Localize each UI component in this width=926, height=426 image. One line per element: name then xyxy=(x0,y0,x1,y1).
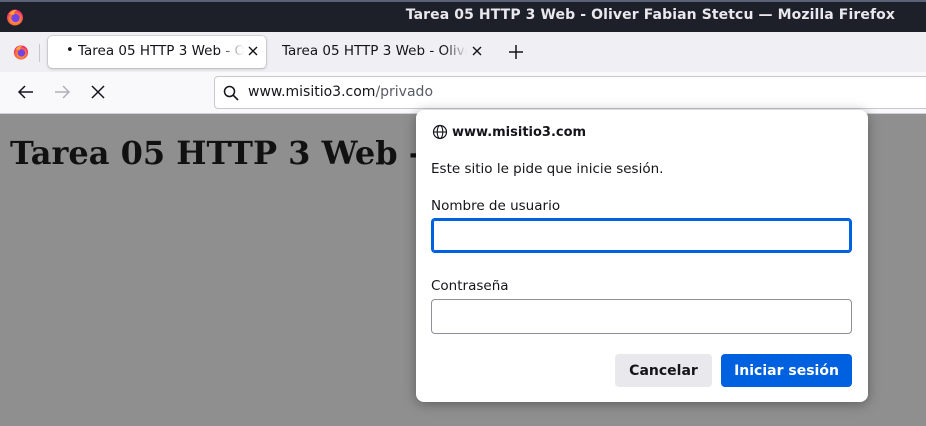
stop-loading-icon[interactable] xyxy=(88,82,108,102)
tab-strip: • Tarea 05 HTTP 3 Web - Oliver Fabian St… xyxy=(0,32,926,72)
close-tab-icon[interactable] xyxy=(246,44,260,58)
tab-active[interactable]: • Tarea 05 HTTP 3 Web - Oliver Fabian St… xyxy=(48,36,266,68)
globe-icon xyxy=(432,124,448,140)
new-tab-icon[interactable] xyxy=(506,42,526,62)
sign-in-button[interactable]: Iniciar sesión xyxy=(721,354,852,387)
dialog-origin-host: www.misitio3.com xyxy=(452,124,587,140)
tab-inactive[interactable]: Tarea 05 HTTP 3 Web - Oliver Fabian Stet… xyxy=(274,36,490,68)
firefox-view-icon xyxy=(13,45,29,60)
username-label: Nombre de usuario xyxy=(431,198,561,214)
tab-label: Tarea 05 HTTP 3 Web - Oliver Fabian Stet… xyxy=(78,43,244,59)
tab-loading-indicator: • xyxy=(66,43,74,58)
url-path: /privado xyxy=(375,84,434,100)
window-title: Tarea 05 HTTP 3 Web - Oliver Fabian Stet… xyxy=(405,7,895,23)
cancel-button[interactable]: Cancelar xyxy=(615,354,712,387)
firefox-logo-icon xyxy=(7,9,23,26)
back-arrow-icon[interactable] xyxy=(16,82,36,102)
window-titlebar: Tarea 05 HTTP 3 Web - Oliver Fabian Stet… xyxy=(0,0,926,32)
auth-dialog: www.misitio3.com Este sitio le pide que … xyxy=(416,110,868,402)
tab-label: Tarea 05 HTTP 3 Web - Oliver Fabian Stet… xyxy=(282,43,467,59)
password-field[interactable] xyxy=(431,299,852,334)
url-host: www.misitio3.com xyxy=(248,84,376,100)
username-field[interactable] xyxy=(431,218,852,253)
search-icon xyxy=(223,85,239,101)
forward-arrow-icon[interactable] xyxy=(52,82,72,102)
navigation-toolbar: www.misitio3.com/privado xyxy=(0,72,926,114)
dialog-origin: www.misitio3.com xyxy=(432,124,586,140)
dialog-message: Este sitio le pide que inicie sesión. xyxy=(431,161,664,177)
firefox-view-button[interactable] xyxy=(8,39,34,65)
url-text[interactable]: www.misitio3.com/privado xyxy=(248,84,433,100)
close-tab-icon[interactable] xyxy=(470,44,484,58)
address-bar[interactable]: www.misitio3.com/privado xyxy=(214,76,926,109)
tab-separator xyxy=(39,44,40,62)
password-label: Contraseña xyxy=(431,278,509,294)
